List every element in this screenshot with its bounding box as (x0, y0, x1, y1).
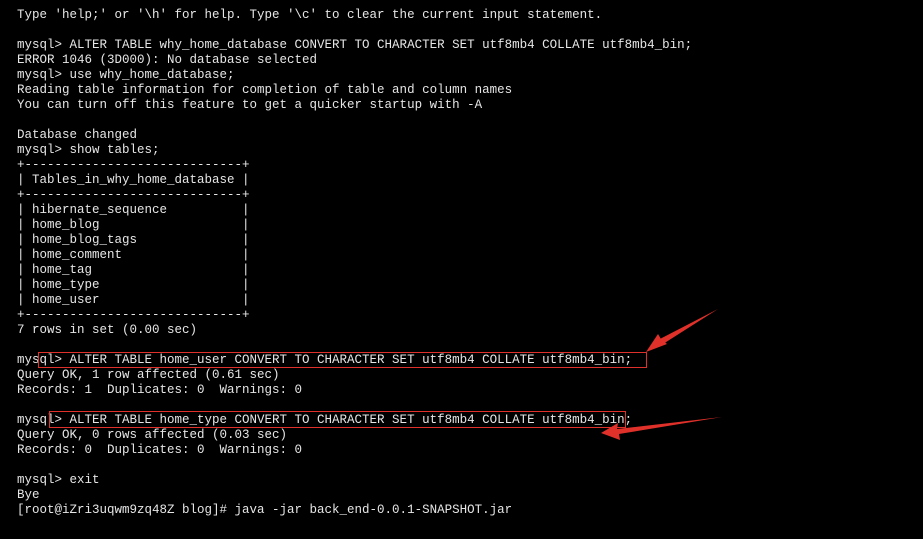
terminal-line: mysql> show tables; (17, 143, 160, 157)
terminal-line: Database changed (17, 128, 138, 142)
terminal-line: Records: 0 Duplicates: 0 Warnings: 0 (17, 443, 303, 457)
terminal-line: Query OK, 1 row affected (0.61 sec) (17, 368, 280, 382)
table-row: | home_user | (17, 293, 250, 307)
table-row: | home_blog_tags | (17, 233, 250, 247)
arrow-icon (646, 309, 718, 352)
terminal-window[interactable]: Type 'help;' or '\h' for help. Type '\c'… (0, 0, 923, 539)
terminal-command-line: mysql> ALTER TABLE home_type CONVERT TO … (17, 413, 633, 427)
terminal-line: ERROR 1046 (3D000): No database selected (17, 53, 318, 67)
terminal-line: Bye (17, 488, 40, 502)
terminal-line: Records: 1 Duplicates: 0 Warnings: 0 (17, 383, 303, 397)
table-header-row: | Tables_in_why_home_database | (17, 173, 250, 187)
table-border-line: +-----------------------------+ (17, 188, 250, 202)
terminal-line: mysql> exit (17, 473, 100, 487)
table-row: | home_type | (17, 278, 250, 292)
terminal-line: mysql> use why_home_database; (17, 68, 235, 82)
terminal-line: Reading table information for completion… (17, 83, 513, 97)
table-row: | home_comment | (17, 248, 250, 262)
terminal-prompt-line: [root@iZri3uqwm9zq48Z blog]# java -jar b… (17, 503, 513, 517)
terminal-command-line: mysql> ALTER TABLE home_user CONVERT TO … (17, 353, 633, 367)
table-border-line: +-----------------------------+ (17, 308, 250, 322)
terminal-line: 7 rows in set (0.00 sec) (17, 323, 198, 337)
table-row: | home_blog | (17, 218, 250, 232)
table-row: | hibernate_sequence | (17, 203, 250, 217)
terminal-line: Query OK, 0 rows affected (0.03 sec) (17, 428, 288, 442)
table-row: | home_tag | (17, 263, 250, 277)
terminal-line: You can turn off this feature to get a q… (17, 98, 483, 112)
table-border-line: +-----------------------------+ (17, 158, 250, 172)
terminal-line: mysql> ALTER TABLE why_home_database CON… (17, 38, 693, 52)
terminal-line: Type 'help;' or '\h' for help. Type '\c'… (17, 8, 603, 22)
